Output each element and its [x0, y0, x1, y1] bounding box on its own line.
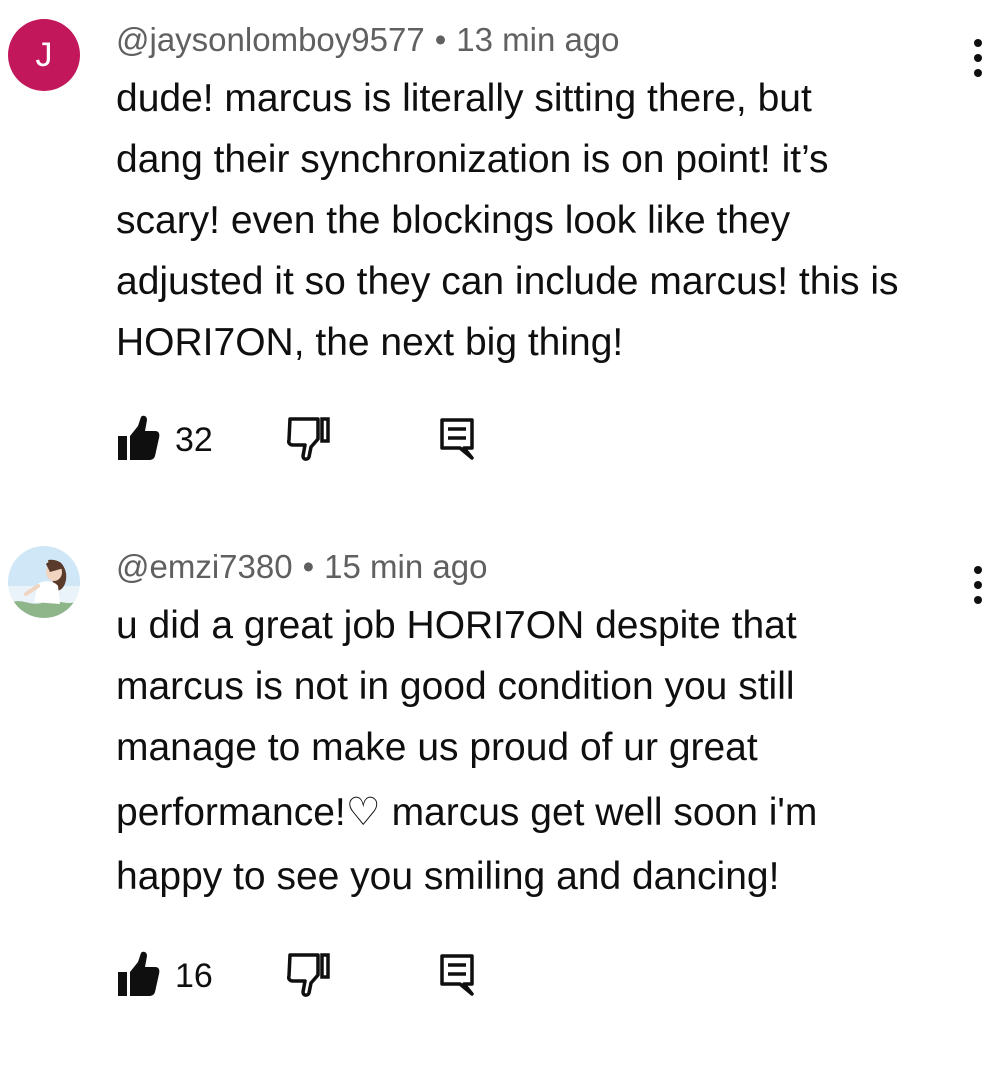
more-options-button[interactable]	[966, 36, 990, 80]
comment-line: HORI7ON, the next big thing!	[116, 321, 624, 364]
comment-line: u did a great job HORI7ON despite that	[116, 604, 797, 647]
reply-button[interactable]	[438, 950, 476, 998]
username[interactable]: @jaysonlomboy9577	[116, 21, 425, 58]
like-count: 32	[175, 421, 213, 459]
thumbs-up-icon	[118, 951, 160, 996]
comment-meta: @jaysonlomboy9577 • 13 min ago	[116, 20, 620, 60]
comment-line: scary! even the blockings look like they	[116, 199, 791, 242]
like-count: 16	[175, 957, 213, 995]
comment-line: manage to make us proud of ur great	[116, 726, 758, 769]
comment-text: dude! marcus is literally sitting there,…	[116, 68, 976, 373]
dislike-button[interactable]	[284, 950, 332, 998]
comment-actions: 32	[116, 414, 536, 464]
comment-line: performance!♡ marcus get well soon i'm	[116, 791, 818, 834]
thumbs-up-icon	[118, 415, 160, 460]
more-vert-icon	[974, 39, 982, 77]
comment-line: dang their synchronization is on point! …	[116, 138, 829, 181]
timestamp: 15 min ago	[324, 548, 488, 585]
more-options-button[interactable]	[966, 563, 990, 607]
anime-girl-sky-avatar	[8, 546, 80, 618]
avatar-letter: J	[35, 35, 53, 74]
reply-icon	[440, 954, 474, 996]
thumbs-down-icon	[287, 417, 330, 461]
reply-icon	[440, 418, 474, 460]
more-vert-icon	[974, 566, 982, 604]
timestamp: 13 min ago	[456, 21, 620, 58]
comment-line: marcus is not in good condition you stil…	[116, 665, 795, 708]
thumbs-down-icon	[287, 953, 330, 997]
username[interactable]: @emzi7380	[116, 548, 293, 585]
comment-text: u did a great job HORI7ON despite that m…	[116, 595, 976, 907]
avatar[interactable]: J	[8, 19, 80, 91]
comment-meta: @emzi7380 • 15 min ago	[116, 547, 487, 587]
comment-line: adjusted it so they can include marcus! …	[116, 260, 899, 303]
comment-actions: 16	[116, 950, 536, 1000]
comment-line: dude! marcus is literally sitting there,…	[116, 77, 812, 120]
like-button[interactable]	[116, 950, 160, 998]
avatar[interactable]	[8, 546, 80, 618]
meta-separator: •	[302, 548, 315, 585]
meta-separator: •	[434, 21, 447, 58]
reply-button[interactable]	[438, 414, 476, 462]
dislike-button[interactable]	[284, 414, 332, 462]
comment-line: happy to see you smiling and dancing!	[116, 855, 780, 898]
like-button[interactable]	[116, 414, 160, 462]
